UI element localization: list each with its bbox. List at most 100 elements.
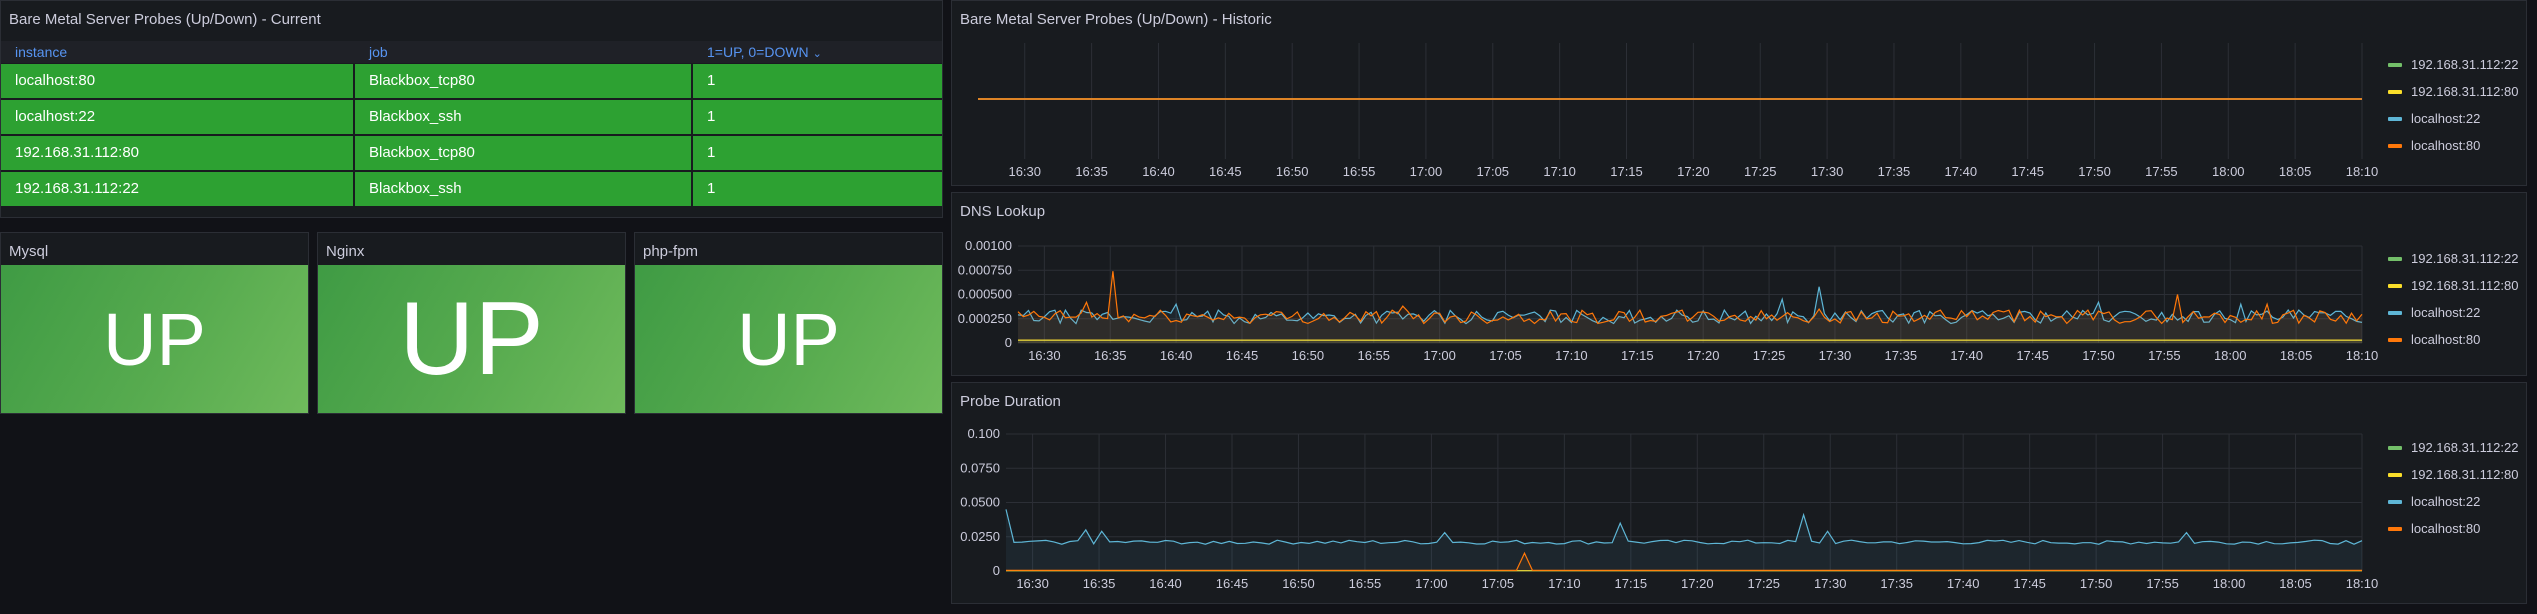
- probes-current-panel: Bare Metal Server Probes (Up/Down) - Cur…: [0, 0, 943, 218]
- y-tick-label: 0.0250: [960, 529, 1000, 544]
- x-tick-label: 17:45: [2011, 164, 2044, 179]
- legend-swatch: [2388, 338, 2402, 342]
- table-row: localhost:22 Blackbox_ssh 1: [1, 99, 942, 135]
- legend-label: localhost:80: [2411, 138, 2481, 153]
- table-header: instance job 1=UP, 0=DOWN ⌄: [1, 41, 942, 63]
- dns-lookup-chart[interactable]: 16:30 16:35 16:40 16:45 16:50 16:55 17:00 17:05…: [952, 193, 2382, 376]
- x-tick-label: 17:55: [2148, 348, 2181, 363]
- legend-label: localhost:22: [2411, 494, 2481, 509]
- cell-instance: localhost:80: [1, 64, 353, 98]
- legend-label: 192.168.31.112:80: [2411, 467, 2519, 482]
- dns-lookup-panel: DNS Lookup 16:30 16:35 16:40 16:45 16:50 16:5…: [951, 192, 2527, 376]
- legend-item[interactable]: 192.168.31.112:80: [2386, 78, 2526, 105]
- legend: 192.168.31.112:22 192.168.31.112:80 loca…: [2386, 245, 2526, 353]
- x-tick-label: 17:05: [1477, 164, 1510, 179]
- legend-item[interactable]: localhost:22: [2386, 105, 2526, 132]
- x-tick-label: 18:00: [2214, 348, 2247, 363]
- x-tick-label: 16:50: [1282, 576, 1315, 591]
- legend-item[interactable]: localhost:80: [2386, 515, 2526, 542]
- legend-item[interactable]: localhost:22: [2386, 488, 2526, 515]
- legend-item[interactable]: localhost:80: [2386, 132, 2526, 159]
- cell-job: Blackbox_tcp80: [355, 136, 691, 170]
- y-tick-label: 0.000500: [958, 287, 1012, 302]
- x-tick-label: 17:20: [1687, 348, 1720, 363]
- legend-label: localhost:80: [2411, 521, 2481, 536]
- table-row: 192.168.31.112:80 Blackbox_tcp80 1: [1, 135, 942, 171]
- table-row: localhost:80 Blackbox_tcp80 1: [1, 63, 942, 99]
- x-tick-label: 18:10: [2346, 348, 2379, 363]
- x-tick-label: 16:30: [1008, 164, 1041, 179]
- cell-instance: 192.168.31.112:22: [1, 172, 353, 206]
- stat-value: UP: [318, 265, 625, 413]
- y-tick-label: 0.000250: [958, 311, 1012, 326]
- x-tick-label: 17:15: [1621, 348, 1654, 363]
- x-tick-label: 17:20: [1677, 164, 1710, 179]
- x-tick-label: 17:50: [2080, 576, 2113, 591]
- x-tick-label: 16:40: [1142, 164, 1175, 179]
- legend-swatch: [2388, 500, 2402, 504]
- x-tick-label: 16:45: [1209, 164, 1242, 179]
- legend-item[interactable]: 192.168.31.112:22: [2386, 434, 2526, 461]
- panel-title: php-fpm: [643, 243, 699, 260]
- legend-swatch: [2388, 527, 2402, 531]
- x-tick-label: 17:40: [1950, 348, 1983, 363]
- legend-label: localhost:22: [2411, 111, 2481, 126]
- x-tick-label: 18:10: [2346, 576, 2379, 591]
- y-tick-label: 0.00100: [965, 238, 1012, 253]
- chevron-down-icon[interactable]: ⌄: [813, 48, 822, 60]
- x-tick-label: 17:45: [2016, 348, 2049, 363]
- x-tick-label: 18:10: [2346, 164, 2379, 179]
- stat-value: UP: [635, 265, 942, 413]
- x-tick-label: 17:15: [1615, 576, 1648, 591]
- stat-panel-mysql: Mysql UP: [0, 232, 309, 414]
- x-tick-label: 18:05: [2279, 576, 2312, 591]
- cell-job: Blackbox_tcp80: [355, 64, 691, 98]
- legend-item[interactable]: localhost:80: [2386, 326, 2526, 353]
- panel-title: Mysql: [9, 243, 49, 260]
- legend-swatch: [2388, 257, 2402, 261]
- panel-title: Bare Metal Server Probes (Up/Down) - Cur…: [9, 11, 321, 28]
- probe-duration-chart[interactable]: 16:30 16:35 16:40 16:45 16:50 16:55 17:00 17:05…: [952, 383, 2382, 604]
- legend-label: 192.168.31.112:80: [2411, 84, 2519, 99]
- y-tick-label: 0.000750: [958, 262, 1012, 277]
- cell-value: 1: [693, 100, 942, 134]
- historic-chart[interactable]: 16:30 16:35 16:40 16:45 16:50 16:55 17:00 17:05…: [952, 1, 2382, 186]
- x-tick-label: 17:30: [1819, 348, 1852, 363]
- x-tick-label: 17:40: [1947, 576, 1980, 591]
- legend-swatch: [2388, 63, 2402, 67]
- legend-swatch: [2388, 473, 2402, 477]
- x-tick-label: 17:10: [1543, 164, 1576, 179]
- legend-item[interactable]: localhost:22: [2386, 299, 2526, 326]
- y-tick-label: 0.0750: [960, 460, 1000, 475]
- x-tick-label: 17:05: [1482, 576, 1515, 591]
- panel-title: Nginx: [326, 243, 365, 260]
- cell-value: 1: [693, 136, 942, 170]
- probes-table: instance job 1=UP, 0=DOWN ⌄ localhost:80 …: [1, 41, 942, 207]
- x-tick-label: 17:50: [2082, 348, 2115, 363]
- legend-item[interactable]: 192.168.31.112:80: [2386, 272, 2526, 299]
- x-tick-label: 17:35: [1880, 576, 1913, 591]
- stat-panel-nginx: Nginx UP: [317, 232, 626, 414]
- x-tick-label: 18:00: [2212, 164, 2245, 179]
- series-line: [1005, 509, 2363, 545]
- legend-item[interactable]: 192.168.31.112:22: [2386, 245, 2526, 272]
- y-tick-label: 0.0500: [960, 495, 1000, 510]
- x-tick-label: 17:15: [1610, 164, 1643, 179]
- column-header-job[interactable]: job: [369, 44, 388, 60]
- legend-label: 192.168.31.112:22: [2411, 251, 2519, 266]
- column-header-instance[interactable]: instance: [15, 44, 67, 60]
- x-tick-label: 17:20: [1681, 576, 1714, 591]
- x-tick-label: 18:05: [2280, 348, 2313, 363]
- legend-item[interactable]: 192.168.31.112:22: [2386, 51, 2526, 78]
- legend-swatch: [2388, 90, 2402, 94]
- y-tick-label: 0: [1005, 335, 1012, 350]
- x-tick-label: 16:55: [1357, 348, 1390, 363]
- legend-item[interactable]: 192.168.31.112:80: [2386, 461, 2526, 488]
- legend-label: 192.168.31.112:80: [2411, 278, 2519, 293]
- column-header-value[interactable]: 1=UP, 0=DOWN ⌄: [707, 44, 822, 60]
- x-tick-label: 16:30: [1028, 348, 1061, 363]
- x-tick-label: 16:40: [1149, 576, 1182, 591]
- legend: 192.168.31.112:22 192.168.31.112:80 loca…: [2386, 51, 2526, 159]
- x-tick-label: 17:25: [1744, 164, 1777, 179]
- x-tick-label: 17:50: [2078, 164, 2111, 179]
